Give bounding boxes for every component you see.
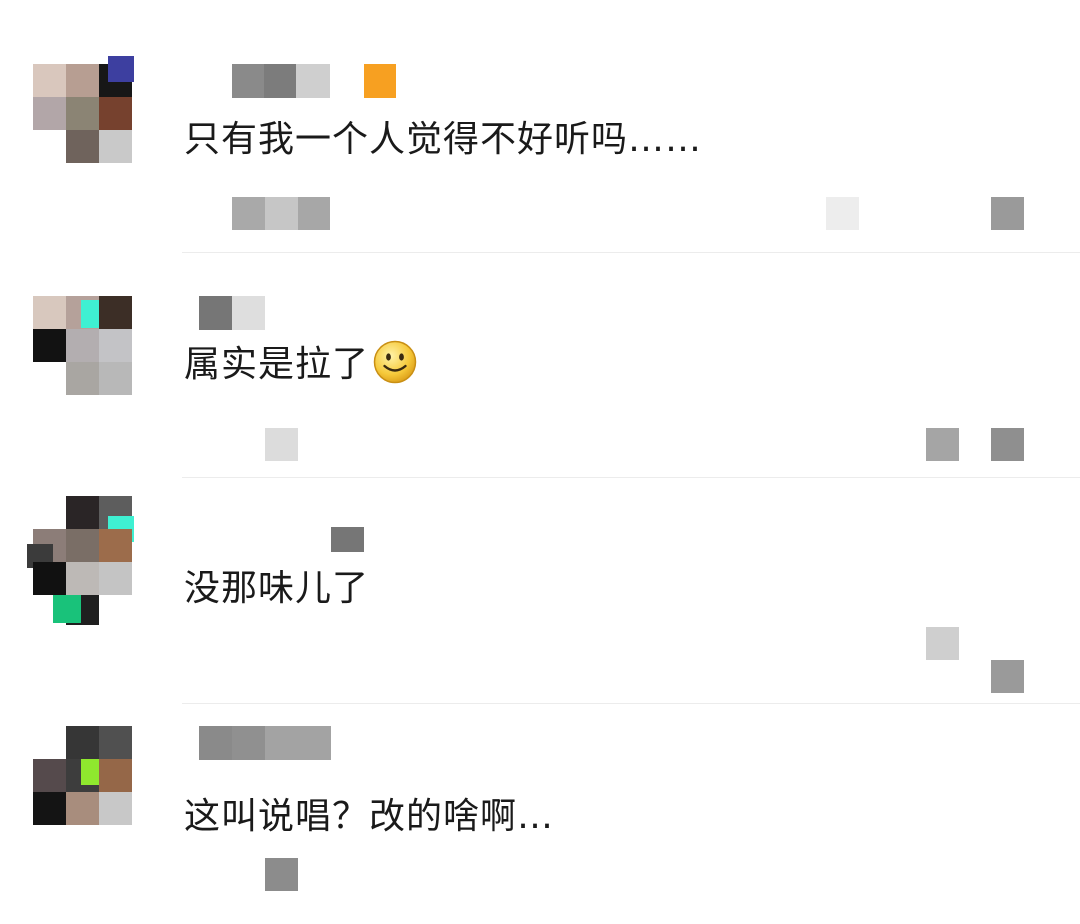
username-redacted[interactable] (184, 64, 424, 98)
divider (182, 252, 1080, 253)
comment-text: 属实是拉了 (184, 340, 417, 389)
smile-emoji-icon (373, 340, 417, 384)
like-button[interactable] (991, 428, 1024, 461)
avatar[interactable] (33, 726, 133, 826)
divider (182, 477, 1080, 478)
reply-info-redacted[interactable] (232, 197, 330, 230)
like-button[interactable] (991, 197, 1024, 230)
share-button[interactable] (926, 428, 959, 461)
avatar[interactable] (27, 496, 134, 625)
username-redacted[interactable] (184, 726, 334, 760)
comment-text: 这叫说唱？改的啥啊… (184, 796, 555, 837)
reply-info-redacted[interactable] (265, 858, 298, 891)
vip-badge-icon (364, 64, 396, 98)
comment-list-screen: { "comments": [ {"text": "只有我一个人觉得不好听吗……… (0, 0, 1080, 924)
username-redacted[interactable] (184, 527, 384, 561)
divider (182, 703, 1080, 704)
comment-text: 只有我一个人觉得不好听吗…… (184, 119, 703, 160)
comment-text-body: 属实是拉了 (184, 344, 370, 385)
username-redacted[interactable] (184, 296, 304, 330)
share-button[interactable] (826, 197, 859, 230)
comment-text: 没那味儿了 (184, 568, 370, 609)
avatar[interactable] (33, 56, 134, 164)
like-button[interactable] (991, 660, 1024, 693)
reply-info-redacted[interactable] (265, 428, 298, 461)
share-button[interactable] (926, 627, 959, 660)
avatar[interactable] (33, 296, 133, 396)
